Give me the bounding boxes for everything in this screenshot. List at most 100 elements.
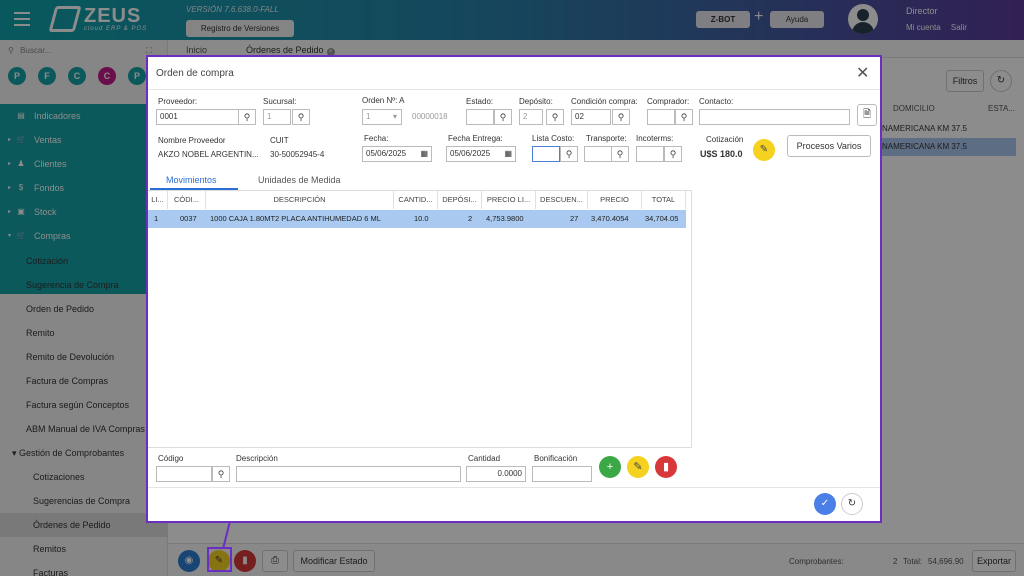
orden-numero: 00000018 (412, 112, 448, 121)
delete-item-button[interactable]: ▮ (655, 456, 677, 478)
cuit-value: 30-50052945-4 (270, 150, 325, 159)
sucursal-label: Sucursal: (263, 97, 297, 106)
condicion-compra-input[interactable]: 02 (571, 109, 611, 125)
sucursal-search-button[interactable]: ⚲ (292, 109, 310, 125)
refresh-button[interactable]: ↻ (841, 493, 863, 515)
trash-icon: ▮ (662, 461, 670, 473)
contacto-label: Contacto: (699, 97, 734, 106)
deposito-input[interactable]: 2 (519, 109, 543, 125)
deposito-label: Depósito: (519, 97, 553, 106)
edit-item-button[interactable]: ✎ (627, 456, 649, 478)
descripcion-input[interactable] (236, 466, 461, 482)
contacto-input[interactable] (699, 109, 850, 125)
fecha-entrega-input[interactable]: 05/06/2025 ▦ (446, 146, 516, 162)
estado-label: Estado: (466, 97, 494, 106)
search-icon: ⚲ (616, 149, 624, 159)
codigo-label: Código (158, 454, 184, 463)
orden-de-compra-modal: Orden de compra ✕ Proveedor: Sucursal: O… (146, 55, 882, 523)
deposito-search-button[interactable]: ⚲ (546, 109, 564, 125)
codigo-search-button[interactable]: ⚲ (212, 466, 230, 482)
transporte-search-button[interactable]: ⚲ (611, 146, 629, 162)
cell-descripcion: 1000 CAJA 1.80MT2 PLACA ANTIHUMEDAD 6 ML (210, 214, 381, 223)
condicion-search-button[interactable]: ⚲ (612, 109, 630, 125)
comprador-input[interactable] (647, 109, 675, 125)
column-header[interactable]: TOTAL (642, 191, 686, 209)
confirm-button[interactable]: ✓ (814, 493, 836, 515)
incoterms-label: Incoterms: (636, 134, 674, 143)
cell-cantidad: 10.0 (414, 214, 429, 223)
bonificacion-label: Bonificación (534, 454, 578, 463)
cell-descuento: 27 (570, 214, 579, 223)
fecha-entrega-label: Fecha Entrega: (448, 134, 503, 143)
close-icon[interactable]: ✕ (856, 63, 869, 83)
fecha-label: Fecha: (364, 134, 389, 143)
orden-serie-value: 1 (366, 112, 371, 121)
proveedor-label: Proveedor: (158, 97, 198, 106)
table-row[interactable]: 1 0037 1000 CAJA 1.80MT2 PLACA ANTIHUMED… (148, 210, 686, 228)
fecha-input[interactable]: 05/06/2025 ▦ (362, 146, 432, 162)
column-header[interactable]: PRECIO LI... (482, 191, 536, 209)
cell-total: 34,704.05 (645, 214, 679, 223)
modal-title: Orden de compra (156, 68, 234, 79)
bonificacion-input[interactable] (532, 466, 592, 482)
plus-icon: + (606, 461, 614, 473)
tab-movimientos[interactable]: Movimientos (166, 175, 217, 185)
nombre-proveedor-value: AKZO NOBEL ARGENTIN... (158, 150, 259, 159)
search-icon: ⚲ (217, 469, 225, 479)
lista-costo-search-button[interactable]: ⚲ (560, 146, 578, 162)
check-icon: ✓ (820, 498, 830, 509)
search-icon: ⚲ (617, 112, 625, 122)
cell-deposito: 2 (468, 214, 473, 223)
movimientos-grid: LI... CÓDI... DESCRIPCIÓN CANTID... DEPÓ… (148, 190, 692, 448)
cotizacion-label: Cotización (706, 135, 744, 144)
search-icon: ⚲ (243, 112, 251, 122)
column-header[interactable]: CÓDI... (168, 191, 206, 209)
document-icon: 🗎 (862, 109, 872, 120)
column-header[interactable]: LI... (148, 191, 168, 209)
document-button[interactable]: 🗎 (857, 104, 877, 126)
cell-precio-lista: 4,753.9800 (486, 214, 524, 223)
lista-costo-input[interactable] (532, 146, 560, 162)
column-header[interactable]: DEPÓSI... (438, 191, 482, 209)
search-icon: ⚲ (669, 149, 677, 159)
column-header[interactable]: CANTID... (394, 191, 438, 209)
cuit-label: CUIT (270, 136, 289, 145)
cantidad-input[interactable]: 0.0000 (466, 466, 526, 482)
column-header[interactable]: PRECIO (588, 191, 642, 209)
edit-cotizacion-button[interactable]: ✎ (753, 139, 775, 161)
codigo-input[interactable] (156, 466, 212, 482)
cell-li: 1 (154, 214, 159, 223)
condicion-compra-label: Condición compra: (571, 97, 638, 106)
pencil-icon: ✎ (759, 144, 769, 155)
estado-input[interactable] (466, 109, 494, 125)
incoterms-input[interactable] (636, 146, 664, 162)
chevron-down-icon: ▾ (392, 112, 397, 121)
procesos-varios-button[interactable]: Procesos Varios (787, 135, 871, 157)
search-icon: ⚲ (680, 112, 688, 122)
transporte-input[interactable] (584, 146, 612, 162)
column-header[interactable]: DESCUEN... (536, 191, 588, 209)
estado-search-button[interactable]: ⚲ (494, 109, 512, 125)
comprador-label: Comprador: (647, 97, 690, 106)
proveedor-search-button[interactable]: ⚲ (238, 109, 256, 125)
refresh-icon: ↻ (847, 498, 857, 509)
calendar-icon[interactable]: ▦ (420, 147, 428, 161)
cotizacion-value: U$S 180.0 (700, 149, 743, 159)
column-header[interactable]: DESCRIPCIÓN (206, 191, 394, 209)
calendar-icon[interactable]: ▦ (504, 147, 512, 161)
tab-unidades-de-medida[interactable]: Unidades de Medida (258, 175, 341, 185)
fecha-value: 05/06/2025 (366, 149, 407, 158)
nombre-proveedor-label: Nombre Proveedor (158, 136, 226, 145)
search-icon: ⚲ (297, 112, 305, 122)
incoterms-search-button[interactable]: ⚲ (664, 146, 682, 162)
add-button[interactable]: + (599, 456, 621, 478)
sucursal-input[interactable]: 1 (263, 109, 291, 125)
orden-serie-select[interactable]: 1 ▾ (362, 109, 402, 125)
lista-costo-label: Lista Costo: (532, 134, 575, 143)
descripcion-label: Descripción (236, 454, 278, 463)
proveedor-input[interactable]: 0001 (156, 109, 240, 125)
highlight-box (207, 547, 232, 572)
comprador-search-button[interactable]: ⚲ (675, 109, 693, 125)
transporte-label: Transporte: (586, 134, 627, 143)
search-icon: ⚲ (551, 112, 559, 122)
